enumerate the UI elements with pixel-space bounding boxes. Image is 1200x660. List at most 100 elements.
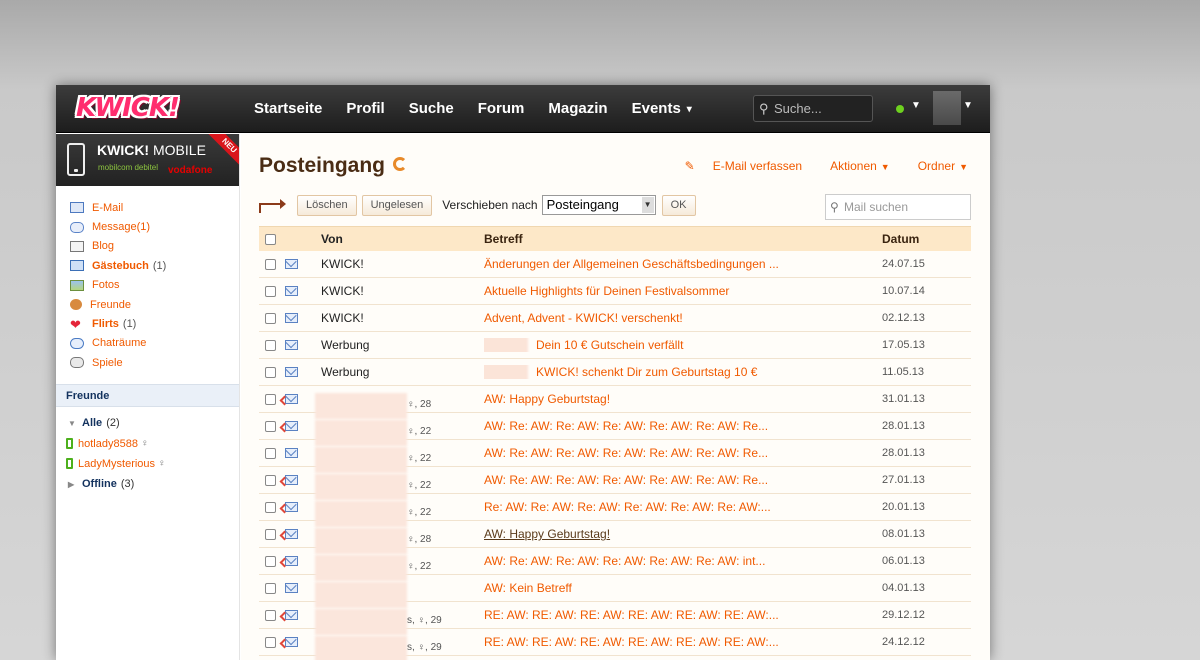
mail-row[interactable]: Werbung KWICK! schenkt Dir zum Geburtstag… [259, 359, 971, 386]
select-all-checkbox[interactable] [265, 233, 276, 245]
nav-events[interactable]: Events ▾ [620, 85, 704, 133]
row-checkbox[interactable] [265, 447, 276, 459]
nav-magazin[interactable]: Magazin [536, 85, 619, 133]
mail-subject[interactable]: AW: Happy Geburtstag! [484, 527, 882, 541]
mail-row[interactable]: Werbung Dein 10 € Gutschein verfällt 17.05… [259, 332, 971, 359]
mail-subject[interactable]: AW: Re: AW: Re: AW: Re: AW: Re: AW: Re: … [484, 446, 882, 460]
mail-row[interactable]: ♀, 28 AW: Happy Geburtstag! 31.01.13 [259, 386, 971, 419]
mail-subject[interactable]: Änderungen der Allgemeinen Geschäftsbedi… [484, 257, 882, 271]
chat-icon [70, 337, 84, 349]
column-date[interactable]: Datum [882, 232, 971, 246]
sidebar-item-label: Message [92, 221, 137, 234]
actions-menu[interactable]: Aktionen ▼ [816, 159, 890, 173]
friend-group-label: Alle [82, 417, 103, 430]
mail-sender[interactable]: KWICK! [321, 257, 484, 271]
online-status-icon[interactable] [896, 105, 904, 113]
search-icon: ⚲ [759, 101, 769, 116]
nav-events-label: Events [631, 100, 681, 117]
mail-row[interactable]: KWICK! Änderungen der Allgemeinen Geschäf… [259, 251, 971, 278]
compose-email-link[interactable]: ✎ E-Mail verfassen [671, 159, 802, 173]
move-folder-select[interactable]: Posteingang ▼ [541, 195, 656, 215]
friend-group-offline[interactable]: ▶ Offline (3) [56, 474, 239, 495]
mail-row[interactable]: KWICK! Aktuelle Highlights für Deinen Fes… [259, 278, 971, 305]
nav-profil[interactable]: Profil [334, 85, 396, 133]
row-checkbox[interactable] [265, 609, 276, 621]
mark-unread-button[interactable]: Ungelesen [361, 194, 433, 216]
row-checkbox[interactable] [265, 312, 276, 324]
friend-group-all[interactable]: ▼ Alle (2) [56, 413, 239, 434]
row-checkbox[interactable] [265, 555, 276, 567]
kwick-mobile-banner[interactable]: KWICK! MOBILE mobilcom debitel vodafone … [56, 134, 239, 186]
sidebar-item-message[interactable]: Message (1) [70, 217, 239, 236]
mail-row[interactable]: KWICK! Advent, Advent - KWICK! verschenkt… [259, 305, 971, 332]
ok-button[interactable]: OK [661, 194, 696, 216]
sidebar-item-guestbook[interactable]: Gästebuch (1) [70, 256, 239, 275]
envelope-replied-icon [285, 529, 298, 539]
mail-subject[interactable]: Aktuelle Highlights für Deinen Festivals… [484, 284, 882, 298]
phone-icon [67, 143, 85, 176]
sidebar-item-games[interactable]: Spiele [70, 353, 239, 372]
mail-date: 11.05.13 [882, 366, 925, 378]
column-subject[interactable]: Betreff [484, 232, 882, 246]
row-checkbox[interactable] [265, 636, 276, 648]
mail-sender[interactable]: Werbung [321, 338, 484, 352]
row-checkbox[interactable] [265, 258, 276, 270]
row-checkbox[interactable] [265, 501, 276, 513]
mail-subject-text: AW: Happy Geburtstag! [484, 527, 611, 541]
inbox-actions: ✎ E-Mail verfassen Aktionen ▼ Ordner ▼ [657, 159, 968, 173]
row-checkbox[interactable] [265, 474, 276, 486]
mail-sender[interactable]: KWICK! [321, 311, 484, 325]
mail-subject-text: RE: AW: RE: AW: RE: AW: RE: AW: RE: AW: … [484, 635, 779, 649]
sidebar-item-blog[interactable]: Blog [70, 237, 239, 256]
mail-subject[interactable]: Re: AW: Re: AW: Re: AW: Re: AW: Re: AW: … [484, 500, 882, 514]
main-menu: Startseite Profil Suche Forum Magazin Ev… [242, 85, 704, 133]
column-from[interactable]: Von [321, 232, 484, 246]
mail-subject[interactable]: RE: AW: RE: AW: RE: AW: RE: AW: RE: AW: … [484, 608, 882, 622]
mail-date: 29.12.12 [882, 609, 925, 621]
sidebar-item-email[interactable]: E-Mail [70, 198, 239, 217]
row-checkbox[interactable] [265, 285, 276, 297]
envelope-icon [285, 448, 298, 458]
row-checkbox[interactable] [265, 528, 276, 540]
chevron-down-icon[interactable]: ▼ [911, 100, 921, 111]
mail-subject[interactable]: Advent, Advent - KWICK! verschenkt! [484, 311, 882, 325]
female-icon: ♀ [158, 458, 166, 470]
mail-sender[interactable]: Werbung [321, 365, 484, 379]
mail-search-input[interactable] [844, 200, 964, 214]
mail-subject[interactable]: RE: AW: RE: AW: RE: AW: RE: AW: RE: AW: … [484, 635, 882, 649]
nav-suche[interactable]: Suche [397, 85, 466, 133]
row-checkbox[interactable] [265, 420, 276, 432]
kwick-logo[interactable]: KWICK! [76, 91, 180, 125]
avatar[interactable] [933, 91, 961, 125]
folders-menu[interactable]: Ordner ▼ [904, 159, 968, 173]
sidebar-item-flirts[interactable]: ❤ Flirts (1) [70, 314, 239, 333]
nav-startseite[interactable]: Startseite [242, 85, 334, 133]
sidebar-item-photos[interactable]: Fotos [70, 276, 239, 295]
global-search[interactable]: ⚲ [753, 95, 873, 122]
sender-age: ♀, 22 [407, 480, 432, 491]
row-checkbox[interactable] [265, 339, 276, 351]
row-checkbox[interactable] [265, 393, 276, 405]
mail-search[interactable]: ⚲ [825, 194, 971, 220]
global-search-input[interactable] [774, 101, 869, 116]
triangle-down-icon: ▼ [68, 418, 76, 428]
sidebar-item-chatrooms[interactable]: Chaträume [70, 334, 239, 353]
sidebar-item-friends[interactable]: Freunde [70, 295, 239, 314]
mail-subject[interactable]: Dein 10 € Gutschein verfällt [484, 338, 882, 352]
friend-item[interactable]: hotlady8588 ♀ [56, 434, 239, 454]
row-checkbox[interactable] [265, 582, 276, 594]
mail-subject[interactable]: KWICK! schenkt Dir zum Geburtstag 10 € [484, 365, 882, 379]
mail-subject[interactable]: AW: Kein Betreff [484, 581, 882, 595]
nav-forum[interactable]: Forum [466, 85, 537, 133]
chevron-down-icon[interactable]: ▼ [963, 100, 973, 111]
mail-subject[interactable]: AW: Re: AW: Re: AW: Re: AW: Re: AW: Re: … [484, 554, 882, 568]
row-checkbox[interactable] [265, 366, 276, 378]
mail-subject[interactable]: AW: Re: AW: Re: AW: Re: AW: Re: AW: Re: … [484, 419, 882, 433]
delete-button[interactable]: Löschen [297, 194, 357, 216]
mail-subject[interactable]: AW: Re: AW: Re: AW: Re: AW: Re: AW: Re: … [484, 473, 882, 487]
refresh-icon[interactable] [393, 157, 407, 171]
friend-item[interactable]: LadyMysterious ♀ [56, 454, 239, 474]
redacted-sender [315, 501, 407, 527]
mail-subject[interactable]: AW: Happy Geburtstag! [484, 392, 882, 406]
mail-sender[interactable]: KWICK! [321, 284, 484, 298]
